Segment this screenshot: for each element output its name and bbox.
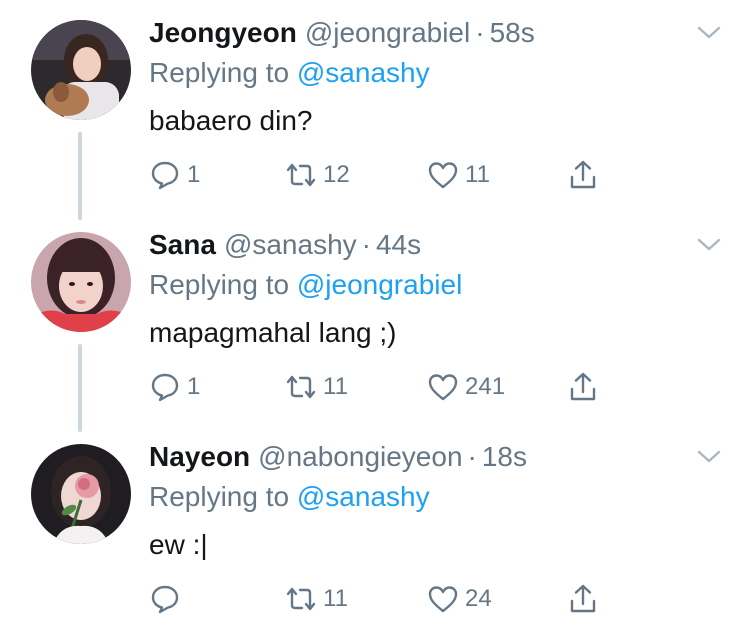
mention-link[interactable]: @sanashy xyxy=(297,481,430,512)
replying-to-label: Replying to xyxy=(149,481,290,512)
mention-link[interactable]: @jeongrabiel xyxy=(297,269,462,300)
reply-icon xyxy=(151,585,179,614)
like-count: 241 xyxy=(465,373,506,400)
separator-dot: · xyxy=(361,229,371,260)
replying-to: Replying to @jeongrabiel xyxy=(149,268,462,302)
display-name[interactable]: Jeongyeon xyxy=(149,17,297,48)
user-handle[interactable]: @nabongieyeon xyxy=(258,441,462,472)
tweet-actions: 11 24 xyxy=(149,579,619,619)
tweet-text: babaero din? xyxy=(149,105,313,136)
chevron-down-icon[interactable] xyxy=(696,20,722,46)
tweet-header: Nayeon @nabongieyeon · 18s xyxy=(149,440,527,474)
retweet-icon xyxy=(286,375,316,399)
share-button[interactable] xyxy=(567,367,599,407)
user-handle[interactable]: @sanashy xyxy=(224,229,357,260)
display-name[interactable]: Sana xyxy=(149,229,216,260)
retweet-button[interactable]: 11 xyxy=(285,579,348,619)
reply-button[interactable]: 1 xyxy=(149,155,200,195)
share-icon xyxy=(570,584,596,613)
tweet-header: Jeongyeon @jeongrabiel · 58s xyxy=(149,16,535,50)
retweet-button[interactable]: 11 xyxy=(285,367,348,407)
tweet-header: Sana @sanashy · 44s xyxy=(149,228,421,262)
separator-dot: · xyxy=(475,17,485,48)
display-name[interactable]: Nayeon xyxy=(149,441,250,472)
timestamp[interactable]: 18s xyxy=(482,441,527,472)
tweet[interactable]: Jeongyeon @jeongrabiel · 58s Replying to @s… xyxy=(0,0,750,212)
chevron-down-icon[interactable] xyxy=(696,232,722,258)
like-count: 24 xyxy=(465,585,492,612)
retweet-count: 11 xyxy=(323,373,348,400)
heart-icon xyxy=(428,374,458,401)
avatar-photo xyxy=(31,232,131,332)
tweet[interactable]: Sana @sanashy · 44s Replying to @jeongrabie… xyxy=(0,212,750,424)
retweet-count: 11 xyxy=(323,585,348,612)
reply-button[interactable]: 1 xyxy=(149,367,200,407)
replying-to: Replying to @sanashy xyxy=(149,480,430,514)
tweet-actions: 1 11 241 xyxy=(149,367,619,407)
replying-to: Replying to @sanashy xyxy=(149,56,430,90)
user-handle[interactable]: @jeongrabiel xyxy=(305,17,470,48)
like-button[interactable]: 241 xyxy=(427,367,505,407)
retweet-icon xyxy=(286,163,316,187)
reply-icon xyxy=(151,373,179,402)
like-button[interactable]: 11 xyxy=(427,155,490,195)
avatar[interactable] xyxy=(31,232,131,332)
tweet-text: ew :| xyxy=(149,529,208,560)
reply-count: 1 xyxy=(187,161,201,188)
tweet[interactable]: Nayeon @nabongieyeon · 18s Replying to @san… xyxy=(0,424,750,636)
timestamp[interactable]: 58s xyxy=(490,17,535,48)
avatar-photo xyxy=(31,20,131,120)
share-icon xyxy=(570,372,596,401)
reply-count: 1 xyxy=(187,373,201,400)
share-button[interactable] xyxy=(567,579,599,619)
retweet-icon xyxy=(286,587,316,611)
share-icon xyxy=(570,160,596,189)
retweet-count: 12 xyxy=(323,161,350,188)
replying-to-label: Replying to xyxy=(149,269,290,300)
like-button[interactable]: 24 xyxy=(427,579,492,619)
like-count: 11 xyxy=(465,161,490,188)
replying-to-label: Replying to xyxy=(149,57,290,88)
reply-button[interactable] xyxy=(149,579,187,619)
retweet-button[interactable]: 12 xyxy=(285,155,350,195)
reply-icon xyxy=(151,161,179,190)
tweet-text: mapagmahal lang ;) xyxy=(149,317,397,348)
avatar[interactable] xyxy=(31,444,131,544)
heart-icon xyxy=(428,586,458,613)
timestamp[interactable]: 44s xyxy=(376,229,421,260)
share-button[interactable] xyxy=(567,155,599,195)
avatar-photo xyxy=(31,444,131,544)
avatar[interactable] xyxy=(31,20,131,120)
tweet-actions: 1 12 11 xyxy=(149,155,619,195)
separator-dot: · xyxy=(467,441,477,472)
heart-icon xyxy=(428,162,458,189)
mention-link[interactable]: @sanashy xyxy=(297,57,430,88)
chevron-down-icon[interactable] xyxy=(696,444,722,470)
